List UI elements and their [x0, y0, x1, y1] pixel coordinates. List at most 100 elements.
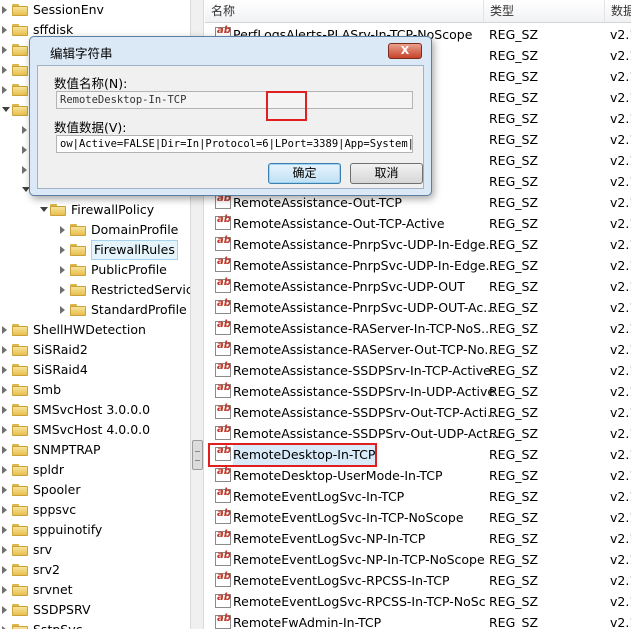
folder-icon [12, 624, 28, 629]
expand-arrow-icon[interactable] [2, 386, 7, 394]
folder-icon [12, 344, 28, 356]
folder-icon [12, 424, 28, 436]
tree-item-label: RestrictedService [91, 282, 190, 297]
value-data-input[interactable]: ow|Active=FALSE|Dir=In|Protocol=6|LPort=… [56, 135, 413, 153]
folder-icon [12, 4, 28, 16]
expand-arrow-icon[interactable] [2, 446, 7, 454]
folder-icon [12, 324, 28, 336]
expand-arrow-icon[interactable] [2, 346, 7, 354]
expand-arrow-icon[interactable] [22, 146, 27, 154]
expand-arrow-icon[interactable] [2, 466, 7, 474]
value-data: v2.1 [610, 27, 631, 42]
collapse-arrow-icon[interactable] [2, 107, 10, 112]
folder-icon [12, 384, 28, 396]
value-name-field: RemoteDesktop-In-TCP [56, 91, 413, 109]
value-type: REG_SZ [489, 132, 539, 147]
expand-arrow-icon[interactable] [2, 566, 7, 574]
string-value-icon: ab [215, 592, 231, 608]
close-icon[interactable]: X [388, 43, 422, 59]
list-row[interactable]: ab RemoteAssistance-SSDPSrv-Out-TCP-Acti.… [205, 402, 631, 423]
expand-arrow-icon[interactable] [60, 246, 65, 254]
list-row[interactable]: ab RemoteAssistance-SSDPSrv-In-UDP-Active… [205, 381, 631, 402]
value-type: REG_SZ [489, 237, 539, 252]
list-row[interactable]: ab RemoteAssistance-PnrpSvc-UDP-OUT-Ac...… [205, 297, 631, 318]
column-header-name[interactable]: 名称 [205, 0, 484, 22]
expand-arrow-icon[interactable] [2, 366, 7, 374]
tree-item-label: ShellHWDetection [33, 322, 146, 337]
string-value-icon: ab [215, 529, 231, 545]
list-row[interactable]: ab RemoteEventLogSvc-RPCSS-In-TCP REG_SZ v2… [205, 570, 631, 591]
list-row[interactable]: ab RemoteEventLogSvc-RPCSS-In-TCP-NoSc REG… [205, 591, 631, 612]
ok-button[interactable]: 确定 [268, 163, 341, 184]
list-row[interactable]: ab RemoteEventLogSvc-In-TCP-NoScope REG_SZ… [205, 507, 631, 528]
value-name: RemoteAssistance-RAServer-In-TCP-NoS... [233, 321, 494, 336]
value-type: REG_SZ [489, 489, 539, 504]
expand-arrow-icon[interactable] [2, 46, 7, 54]
value-type: REG_SZ [489, 531, 539, 546]
expand-arrow-icon[interactable] [60, 266, 65, 274]
cancel-button[interactable]: 取消 [350, 163, 423, 184]
value-name: RemoteAssistance-RAServer-Out-TCP-No... [233, 342, 497, 357]
folder-icon [12, 484, 28, 496]
list-row[interactable]: ab RemoteAssistance-Out-TCP-Active REG_SZ v… [205, 213, 631, 234]
expand-arrow-icon[interactable] [60, 226, 65, 234]
column-header-data[interactable]: 数据 [605, 0, 631, 22]
folder-icon [70, 244, 86, 256]
expand-arrow-icon[interactable] [2, 606, 7, 614]
expand-arrow-icon[interactable] [2, 546, 7, 554]
expand-arrow-icon[interactable] [2, 526, 7, 534]
list-row[interactable]: ab RemoteAssistance-RAServer-In-TCP-NoS..… [205, 318, 631, 339]
list-row[interactable]: ab RemoteAssistance-PnrpSvc-UDP-In-Edge..… [205, 255, 631, 276]
string-value-icon: ab [215, 508, 231, 524]
expand-arrow-icon[interactable] [60, 306, 65, 314]
value-type: REG_SZ [489, 48, 539, 63]
list-row[interactable]: ab RemoteDesktop-UserMode-In-TCP REG_SZ v2.… [205, 465, 631, 486]
value-data: v2.1 [610, 216, 631, 231]
list-row[interactable]: abRemoteEventLogSvc-In-TCP REG_SZ v2.1 [205, 486, 631, 507]
expand-arrow-icon[interactable] [2, 506, 7, 514]
expand-arrow-icon[interactable] [2, 406, 7, 414]
value-type: REG_SZ [489, 174, 539, 189]
expand-arrow-icon[interactable] [2, 86, 7, 94]
list-row[interactable]: ab RemoteAssistance-PnrpSvc-UDP-In-Edge..… [205, 234, 631, 255]
expand-arrow-icon[interactable] [2, 326, 7, 334]
tree-scrollbar-thumb[interactable] [192, 440, 203, 470]
list-row[interactable]: ab RemoteEventLogSvc-NP-In-TCP-NoScope REG… [205, 549, 631, 570]
list-row[interactable]: ab RemoteAssistance-RAServer-Out-TCP-No..… [205, 339, 631, 360]
tree-item-label: srvnet [33, 582, 73, 597]
value-type: REG_SZ [489, 510, 539, 525]
list-row[interactable]: ab RemoteAssistance-SSDPSrv-Out-UDP-Act..… [205, 423, 631, 444]
expand-arrow-icon[interactable] [2, 6, 7, 14]
value-type: REG_SZ [489, 384, 539, 399]
value-name-label: 数值名称(N): [54, 76, 128, 91]
string-value-icon: ab [215, 340, 231, 356]
string-value-icon: ab [215, 319, 231, 335]
expand-arrow-icon[interactable] [22, 166, 27, 174]
list-row[interactable]: abRemoteFwAdmin-In-TCP REG_SZ v2.1 [205, 612, 631, 629]
value-data: v2.1 [610, 111, 631, 126]
column-header-type[interactable]: 类型 [484, 0, 605, 22]
string-value-icon: ab [215, 361, 231, 377]
collapse-arrow-icon[interactable] [40, 207, 48, 212]
tree-item-label: SSDPSRV [33, 602, 91, 617]
list-row[interactable]: abRemoteEventLogSvc-NP-In-TCP REG_SZ v2.1 [205, 528, 631, 549]
expand-arrow-icon[interactable] [2, 26, 7, 34]
value-data: v2.1 [610, 258, 631, 273]
folder-icon [12, 604, 28, 616]
tree-item-label: srv [33, 542, 53, 557]
value-data-label: 数值数据(V): [54, 120, 127, 135]
value-data: v2.1 [610, 426, 631, 441]
value-data: v2.1 [610, 615, 631, 629]
list-row[interactable]: ab RemoteAssistance-SSDPSrv-In-TCP-Active… [205, 360, 631, 381]
string-value-icon: ab [215, 214, 231, 230]
expand-arrow-icon[interactable] [2, 586, 7, 594]
value-type: REG_SZ [489, 69, 539, 84]
expand-arrow-icon[interactable] [60, 286, 65, 294]
expand-arrow-icon[interactable] [22, 126, 27, 134]
list-row[interactable]: ab RemoteAssistance-PnrpSvc-UDP-OUT REG_SZ… [205, 276, 631, 297]
folder-icon [12, 64, 28, 76]
expand-arrow-icon[interactable] [2, 426, 7, 434]
expand-arrow-icon[interactable] [2, 66, 7, 74]
expand-arrow-icon[interactable] [2, 486, 7, 494]
folder-icon [12, 24, 28, 36]
